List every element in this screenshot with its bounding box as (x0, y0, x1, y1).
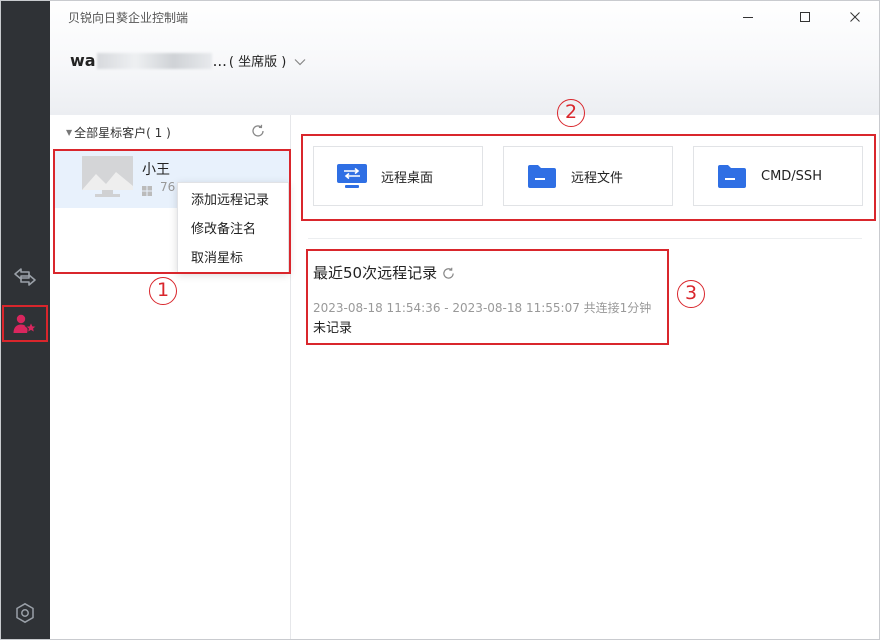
settings-icon[interactable] (0, 595, 50, 631)
window-title: 贝锐向日葵企业控制端 (68, 11, 189, 25)
annotation-number-1: 1 (149, 277, 177, 305)
account-masked (96, 52, 212, 69)
account-edition: ( 坐席版 ) (228, 55, 287, 70)
maximize-icon[interactable] (790, 6, 820, 28)
group-header[interactable]: ▼ 全部星标客户( 1 ) (66, 124, 171, 141)
close-icon[interactable] (840, 6, 870, 28)
minimize-icon[interactable] (733, 6, 763, 28)
annotation-box-1 (53, 149, 291, 274)
group-label: 全部星标客户( 1 ) (74, 126, 171, 140)
annotation-box-3 (306, 249, 669, 345)
annotation-number-3: 3 (677, 280, 705, 308)
triangle-down-icon: ▼ (66, 128, 73, 137)
starred-contacts-icon[interactable] (2, 305, 48, 342)
annotation-number-2: 2 (557, 99, 585, 127)
account-ellipsis: ... (212, 51, 227, 70)
refresh-icon[interactable] (251, 123, 267, 139)
chevron-down-icon[interactable] (294, 52, 306, 70)
account-selector[interactable]: wa ... ( 坐席版 ) (70, 51, 306, 70)
account-name: wa (70, 51, 96, 70)
switch-arrows-icon[interactable] (0, 259, 50, 295)
left-rail (0, 0, 50, 640)
divider (308, 238, 862, 239)
annotation-box-2 (301, 134, 876, 221)
header-area: 贝锐向日葵企业控制端 wa ... ( 坐席版 ) (50, 0, 880, 115)
